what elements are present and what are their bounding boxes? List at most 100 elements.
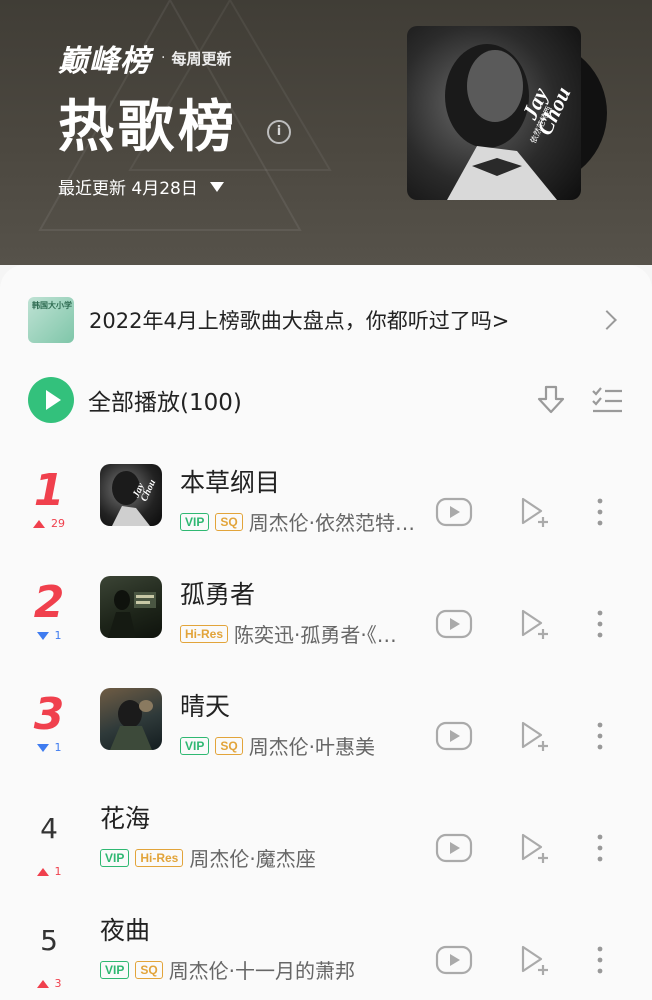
sq-badge: SQ bbox=[135, 960, 163, 979]
song-artist-album: 周杰伦·魔杰座 bbox=[189, 847, 316, 871]
info-icon[interactable]: i bbox=[267, 120, 291, 144]
add-to-playlist-icon[interactable] bbox=[517, 719, 551, 753]
chart-cover[interactable]: Jay Chou 依然范特西 bbox=[407, 26, 607, 200]
song-info: 本草纲目 VIP SQ 周杰伦·依然范特… bbox=[180, 463, 435, 536]
brand-subtitle: 每周更新 bbox=[171, 49, 232, 68]
vip-badge: VIP bbox=[180, 512, 210, 531]
rank-number: 5 bbox=[40, 924, 58, 957]
song-row[interactable]: 1 29 Jay Chou 本草纲目 VIP SQ 周杰伦·依然范特… bbox=[0, 455, 652, 567]
more-options-icon[interactable] bbox=[595, 945, 605, 975]
add-to-playlist-icon[interactable] bbox=[517, 607, 551, 641]
rank: 1 29 bbox=[24, 467, 74, 530]
brand-name: 巅峰榜 bbox=[58, 44, 151, 79]
song-actions bbox=[435, 719, 605, 753]
rank-number: 3 bbox=[33, 689, 65, 740]
rank-change: 1 bbox=[54, 865, 62, 878]
promo-banner[interactable]: 韩国大小学 2022年4月上榜歌曲大盘点，你都听过了吗> bbox=[28, 297, 624, 343]
rank-change: 3 bbox=[54, 977, 62, 990]
more-options-icon[interactable] bbox=[595, 721, 605, 751]
brand: 巅峰榜 · 每周更新 bbox=[58, 36, 231, 80]
download-icon[interactable] bbox=[534, 383, 568, 417]
play-video-icon[interactable] bbox=[435, 497, 473, 527]
banner-thumbnail: 韩国大小学 bbox=[28, 297, 74, 343]
vip-badge: VIP bbox=[180, 736, 210, 755]
song-row[interactable]: 2 1 孤勇者 Hi-Res 陈奕迅·孤勇者·《… bbox=[0, 567, 652, 679]
song-title: 花海 bbox=[100, 804, 151, 833]
song-artist-album: 周杰伦·十一月的萧邦 bbox=[168, 959, 356, 983]
more-options-icon[interactable] bbox=[595, 609, 605, 639]
thumb-cover-text-chou: Chou bbox=[139, 478, 159, 504]
chevron-right-icon bbox=[597, 310, 617, 330]
song-actions bbox=[435, 495, 605, 529]
add-to-playlist-icon[interactable] bbox=[517, 831, 551, 865]
rank-number: 2 bbox=[33, 577, 65, 628]
album-cover: Jay Chou 依然范特西 bbox=[407, 26, 581, 200]
more-options-icon[interactable] bbox=[595, 497, 605, 527]
song-actions bbox=[435, 607, 605, 641]
song-title: 本草纲目 bbox=[180, 468, 281, 497]
rank-change: 29 bbox=[51, 517, 65, 530]
song-title: 晴天 bbox=[180, 692, 231, 721]
song-info: 夜曲 VIP SQ 周杰伦·十一月的萧邦 bbox=[100, 911, 430, 984]
rank-number: 4 bbox=[40, 812, 58, 845]
song-meta: VIP SQ 周杰伦·依然范特… bbox=[180, 507, 435, 536]
brand-separator: · bbox=[161, 50, 166, 66]
song-row[interactable]: 5 3 夜曲 VIP SQ 周杰伦·十一月的萧邦 bbox=[0, 903, 652, 1000]
add-to-playlist-icon[interactable] bbox=[517, 495, 551, 529]
song-info: 孤勇者 Hi-Res 陈奕迅·孤勇者·《… bbox=[180, 575, 435, 648]
vip-badge: VIP bbox=[100, 848, 130, 867]
add-to-playlist-icon[interactable] bbox=[517, 943, 551, 977]
rank-trend: 1 bbox=[24, 865, 74, 878]
multi-select-icon[interactable] bbox=[590, 383, 624, 417]
rank: 5 3 bbox=[24, 917, 74, 990]
song-title: 孤勇者 bbox=[180, 580, 256, 609]
album-cover-art: Jay Chou 依然范特西 bbox=[445, 44, 575, 200]
vip-badge: VIP bbox=[100, 960, 130, 979]
hi-res-badge: Hi-Res bbox=[135, 848, 184, 867]
chart-title: 热歌榜 bbox=[58, 95, 238, 160]
play-all-bar: 全部播放(100) bbox=[28, 377, 624, 423]
play-all-label[interactable]: 全部播放(100) bbox=[88, 383, 512, 417]
song-meta: Hi-Res 陈奕迅·孤勇者·《… bbox=[180, 619, 435, 648]
trend-up-icon bbox=[36, 979, 49, 988]
rank: 4 1 bbox=[24, 805, 74, 878]
play-video-icon[interactable] bbox=[435, 945, 473, 975]
song-actions bbox=[435, 943, 605, 977]
play-all-icon[interactable] bbox=[28, 377, 74, 423]
rank-trend: 1 bbox=[24, 741, 74, 754]
sq-badge: SQ bbox=[215, 512, 243, 531]
trend-down-icon bbox=[36, 743, 49, 752]
song-title: 夜曲 bbox=[100, 916, 151, 945]
song-meta: VIP Hi-Res 周杰伦·魔杰座 bbox=[100, 843, 430, 872]
song-meta: VIP SQ 周杰伦·叶惠美 bbox=[180, 731, 435, 760]
song-meta: VIP SQ 周杰伦·十一月的萧邦 bbox=[100, 955, 430, 984]
play-video-icon[interactable] bbox=[435, 609, 473, 639]
rank: 3 1 bbox=[24, 689, 74, 755]
play-video-icon[interactable] bbox=[435, 833, 473, 863]
update-date-selector[interactable]: 最近更新 4月28日 bbox=[58, 174, 224, 199]
more-options-icon[interactable] bbox=[595, 833, 605, 863]
banner-thumb-text: 韩国大小学 bbox=[32, 301, 72, 310]
song-row[interactable]: 3 1 晴天 VIP SQ 周杰伦·叶惠美 bbox=[0, 679, 652, 791]
trend-down-icon bbox=[36, 631, 49, 640]
hi-res-badge: Hi-Res bbox=[180, 624, 229, 643]
song-thumbnail bbox=[100, 688, 162, 750]
song-row[interactable]: 4 1 花海 VIP Hi-Res 周杰伦·魔杰座 bbox=[0, 791, 652, 903]
sq-badge: SQ bbox=[215, 736, 243, 755]
caret-down-icon bbox=[209, 181, 224, 192]
update-date-label: 最近更新 4月28日 bbox=[58, 179, 198, 199]
song-info: 花海 VIP Hi-Res 周杰伦·魔杰座 bbox=[100, 799, 430, 872]
song-artist-album: 陈奕迅·孤勇者·《… bbox=[234, 623, 397, 647]
banner-text: 2022年4月上榜歌曲大盘点，你都听过了吗> bbox=[89, 309, 510, 333]
song-list-panel: 韩国大小学 2022年4月上榜歌曲大盘点，你都听过了吗> 全部播放(100) 1… bbox=[0, 265, 652, 1000]
song-artist-album: 周杰伦·叶惠美 bbox=[248, 735, 376, 759]
play-video-icon[interactable] bbox=[435, 721, 473, 751]
song-thumbnail bbox=[100, 576, 162, 638]
trend-up-icon bbox=[33, 519, 45, 528]
rank-trend: 1 bbox=[24, 629, 74, 642]
song-actions bbox=[435, 831, 605, 865]
rank-change: 1 bbox=[54, 741, 62, 754]
rank-trend: 29 bbox=[24, 517, 74, 530]
chart-header: 巅峰榜 · 每周更新 热歌榜 i 最近更新 4月28日 Jay Chou 依然范… bbox=[0, 0, 652, 265]
song-info: 晴天 VIP SQ 周杰伦·叶惠美 bbox=[180, 687, 435, 760]
